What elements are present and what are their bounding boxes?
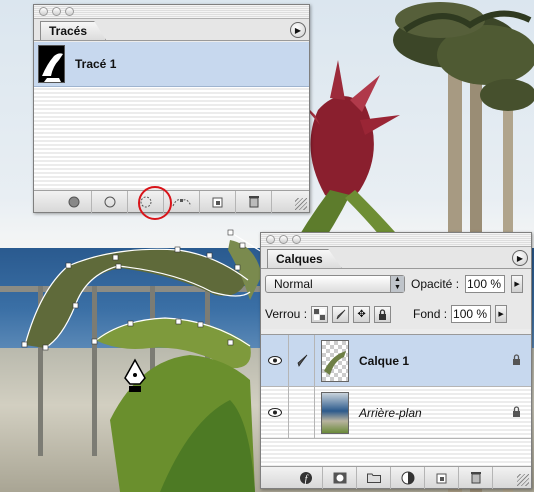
layer-lock-icon (513, 406, 520, 417)
link-cell[interactable] (289, 387, 315, 438)
new-layer-icon[interactable] (425, 466, 459, 489)
tab-layers[interactable]: Calques (267, 249, 342, 268)
fill-field[interactable]: 100 % (451, 305, 492, 323)
layer-lock-icon (513, 354, 520, 365)
blend-mode-select[interactable]: Normal ▲ ▼ (265, 275, 405, 293)
lock-label: Verrou : (265, 307, 308, 321)
minimize-button[interactable] (52, 7, 61, 16)
layer-row[interactable]: Arrière-plan (261, 387, 531, 439)
fill-slider-toggle[interactable]: ▶ (495, 305, 508, 323)
blend-opacity-row: Normal ▲ ▼ Opacité : 100 % ▶ (261, 269, 531, 299)
new-group-icon[interactable] (357, 466, 391, 489)
opacity-field[interactable]: 100 % (465, 275, 506, 293)
close-button[interactable] (266, 235, 275, 244)
resize-grip[interactable] (295, 198, 307, 210)
layer-name: Arrière-plan (359, 405, 422, 420)
paths-tabrow: Tracés ▶ (34, 19, 309, 41)
adjustment-layer-icon[interactable] (391, 466, 425, 489)
layer-row[interactable]: Calque 1 (261, 335, 531, 387)
brush-icon[interactable] (289, 335, 315, 386)
lock-fill-row: Verrou : ✥ Fond : 100 % ▶ (261, 299, 531, 329)
layers-panel: Calques ▶ Normal ▲ ▼ Opacité : 100 % ▶ Ve… (260, 232, 532, 489)
eye-icon[interactable] (261, 387, 289, 438)
trash-icon[interactable] (236, 190, 272, 213)
zoom-button[interactable] (65, 7, 74, 16)
paths-panel: Tracés ▶ Tracé 1 (33, 4, 310, 220)
leaves (25, 240, 262, 492)
path-thumbnail (38, 45, 65, 83)
layers-tabrow: Calques ▶ (261, 247, 531, 269)
eye-icon[interactable] (261, 335, 289, 386)
panel-menu-icon[interactable]: ▶ (290, 22, 306, 38)
fill-label: Fond : (413, 307, 448, 321)
highlight-circle (138, 186, 172, 220)
opacity-label: Opacité : (411, 277, 460, 291)
new-path-icon[interactable] (200, 190, 236, 213)
resize-grip[interactable] (517, 474, 529, 486)
paths-titlebar[interactable] (34, 5, 309, 19)
layers-bottom-toolbar: f (261, 466, 531, 489)
trash-icon[interactable] (459, 466, 493, 489)
lock-transparency-icon[interactable] (311, 305, 329, 323)
lock-pixels-brush-icon[interactable] (332, 305, 350, 323)
layer-thumbnail (321, 339, 349, 382)
layer-thumbnail (321, 391, 349, 434)
blend-mode-value: Normal (274, 277, 313, 291)
paths-list: Tracé 1 (34, 42, 309, 190)
layer-style-icon[interactable]: f (289, 466, 323, 489)
minimize-button[interactable] (279, 235, 288, 244)
layers-titlebar[interactable] (261, 233, 531, 247)
layers-list: Calque 1 Arrière-plan (261, 334, 531, 466)
path-item[interactable]: Tracé 1 (34, 42, 309, 87)
opacity-slider-toggle[interactable]: ▶ (511, 275, 524, 293)
stroke-path-icon[interactable] (92, 190, 128, 213)
lock-all-icon[interactable] (374, 305, 392, 323)
select-arrows-icon: ▲ ▼ (390, 276, 404, 292)
panel-menu-icon[interactable]: ▶ (512, 250, 528, 266)
fill-path-icon[interactable] (56, 190, 92, 213)
lock-position-move-icon[interactable]: ✥ (353, 305, 371, 323)
path-name: Tracé 1 (75, 57, 117, 71)
close-button[interactable] (39, 7, 48, 16)
add-mask-icon[interactable] (323, 466, 357, 489)
layer-name: Calque 1 (359, 353, 410, 368)
zoom-button[interactable] (292, 235, 301, 244)
tab-paths[interactable]: Tracés (40, 21, 107, 40)
